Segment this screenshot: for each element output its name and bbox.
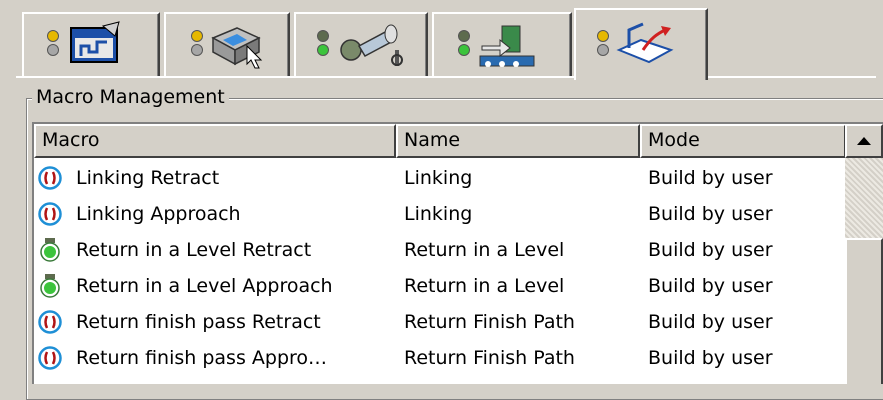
cell-macro: Return in a Level Approach — [34, 274, 396, 298]
cell-name: Return Finish Path — [404, 311, 575, 333]
cell-mode: Build by user — [648, 311, 773, 333]
cell-macro: Return finish pass Retract — [34, 310, 396, 334]
active-macro-icon — [38, 238, 62, 262]
cell-name: Return Finish Path — [404, 347, 575, 369]
cell-mode: Build by user — [648, 167, 773, 189]
vertical-scrollbar[interactable] — [845, 124, 883, 384]
cell-mode: Build by user — [648, 275, 773, 297]
active-macro-icon — [38, 274, 62, 298]
cell-mode: Build by user — [648, 203, 773, 225]
cell-macro: Return in a Level Retract — [34, 238, 396, 262]
table-row[interactable]: Return finish pass Appro… Return Finish P… — [34, 340, 846, 376]
cell-mode: Build by user — [648, 239, 773, 261]
cell-mode: Build by user — [648, 347, 773, 369]
column-header-macro[interactable]: Macro — [34, 124, 396, 158]
table-row[interactable]: Return in a Level Approach Return in a Le… — [34, 268, 846, 304]
inactive-macro-icon — [38, 166, 62, 190]
table-row[interactable]: Linking Retract Linking Build by user — [34, 160, 846, 196]
cell-name: Return in a Level — [404, 275, 565, 297]
macro-label: Return in a Level Retract — [76, 239, 312, 261]
table-row[interactable]: Return finish pass Retract Return Finish … — [34, 304, 846, 340]
tab-tool-assembly[interactable] — [294, 12, 428, 76]
list-rows: Linking Retract Linking Build by user Linki… — [34, 160, 846, 376]
list-header: Macro Name Mode — [34, 124, 883, 158]
scroll-up-button[interactable] — [845, 124, 883, 158]
feeds-speeds-icon — [452, 20, 552, 70]
tab-macro-management[interactable] — [574, 8, 708, 80]
inactive-macro-icon — [38, 202, 62, 226]
tab-cycle-parameters[interactable] — [22, 12, 160, 76]
tab-tool-selection[interactable] — [164, 12, 290, 76]
cell-name: Linking — [404, 167, 473, 189]
inactive-macro-icon — [38, 310, 62, 334]
cell-name: Return in a Level — [404, 239, 565, 261]
cell-macro: Return finish pass Appro… — [34, 346, 396, 370]
macro-label: Linking Retract — [76, 167, 220, 189]
tool-selection-icon — [177, 20, 277, 70]
inactive-macro-icon — [38, 346, 62, 370]
tab-strip-baseline — [16, 76, 876, 78]
macro-label: Return finish pass Appro… — [76, 347, 328, 369]
macro-list[interactable]: Macro Name Mode Linking Retract Linking Bu… — [32, 122, 883, 384]
table-row[interactable]: Return in a Level Retract Return in a Lev… — [34, 232, 846, 268]
macro-label: Return finish pass Retract — [76, 311, 321, 333]
table-row[interactable]: Linking Approach Linking Build by user — [34, 196, 846, 232]
scrollbar-thumb[interactable] — [845, 238, 883, 384]
tool-assembly-icon — [311, 20, 411, 70]
group-legend: Macro Management — [32, 86, 229, 108]
column-header-mode[interactable]: Mode — [640, 124, 846, 158]
column-header-name[interactable]: Name — [396, 124, 640, 158]
tab-feeds-speeds[interactable] — [432, 12, 572, 76]
cell-macro: Linking Approach — [34, 202, 396, 226]
tab-strip — [16, 8, 883, 80]
cell-macro: Linking Retract — [34, 166, 396, 190]
macro-label: Linking Approach — [76, 203, 241, 225]
cycle-parameters-icon — [41, 20, 141, 70]
cell-name: Linking — [404, 203, 473, 225]
macro-motion-icon — [591, 20, 691, 70]
macro-label: Return in a Level Approach — [76, 275, 333, 297]
arrow-up-icon — [857, 137, 871, 145]
